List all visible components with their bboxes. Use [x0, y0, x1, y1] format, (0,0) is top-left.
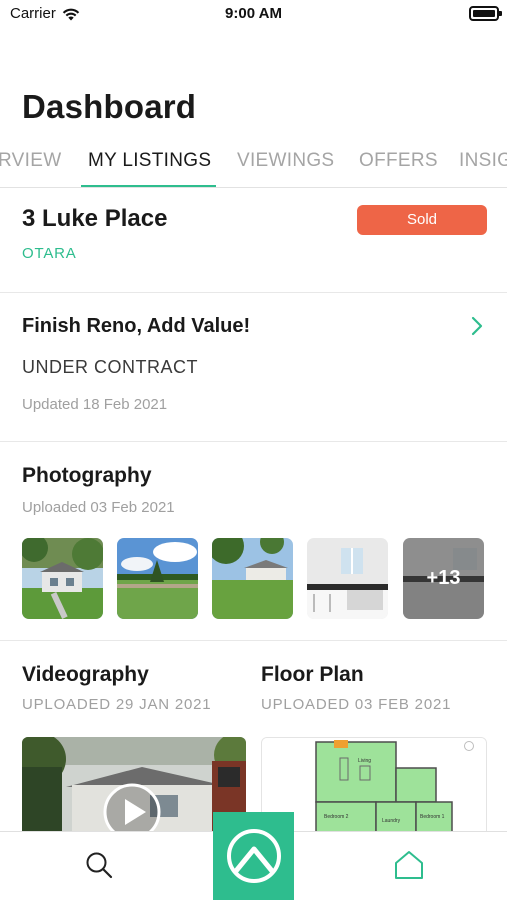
more-photos-count: +13 — [403, 538, 484, 619]
photo-thumbnail-more[interactable]: +13 — [403, 538, 484, 619]
videography-uploaded: UPLOADED 29 JAN 2021 — [22, 696, 212, 713]
media-section: Videography UPLOADED 29 JAN 2021 Floor P… — [0, 641, 507, 841]
tab-viewings[interactable]: VIEWINGS — [237, 150, 334, 172]
listing-status: UNDER CONTRACT — [22, 357, 198, 377]
photo-thumbnail[interactable] — [212, 538, 293, 619]
listing-updated: Updated 18 Feb 2021 — [22, 396, 168, 413]
status-bar: Carrier 9:00 AM — [0, 0, 507, 28]
property-address: 3 Luke Place — [22, 205, 168, 232]
listing-card[interactable]: Finish Reno, Add Value! UNDER CONTRACT U… — [0, 293, 507, 442]
property-suburb: OTARA — [22, 245, 77, 262]
chevron-right-icon[interactable] — [466, 315, 488, 337]
app-logo-button[interactable] — [213, 812, 294, 900]
page-title: Dashboard — [22, 88, 197, 125]
photo-thumbnail[interactable] — [22, 538, 103, 619]
photo-thumbnail[interactable] — [117, 538, 198, 619]
battery-icon — [469, 6, 502, 21]
floor-plan-uploaded: UPLOADED 03 FEB 2021 — [261, 696, 452, 713]
property-header: 3 Luke Place OTARA Sold — [0, 188, 507, 293]
status-badge: Sold — [357, 205, 487, 235]
floor-plan-room-label: Living — [358, 758, 371, 764]
tab-bar: RVIEW MY LISTINGS VIEWINGS OFFERS INSIG — [0, 140, 507, 188]
listing-title: Finish Reno, Add Value! — [22, 315, 251, 337]
floor-plan-room-label: Laundry — [382, 818, 401, 824]
videography-title: Videography — [22, 663, 149, 686]
floor-plan-room-label: Bedroom 2 — [324, 814, 349, 820]
floor-plan-title: Floor Plan — [261, 663, 364, 686]
play-icon[interactable] — [102, 782, 162, 837]
app-logo-icon — [226, 829, 281, 883]
tab-offers[interactable]: OFFERS — [359, 150, 438, 172]
floor-plan-room-label: Bedroom 1 — [420, 814, 445, 820]
tab-insights[interactable]: INSIG — [459, 150, 507, 172]
tab-my-listings[interactable]: MY LISTINGS — [88, 150, 211, 172]
home-icon[interactable] — [393, 849, 425, 881]
search-icon[interactable] — [84, 850, 114, 880]
status-time: 9:00 AM — [225, 5, 282, 22]
floor-plan-thumbnail[interactable]: Living Bedroom 2 Laundry Bedroom 1 — [261, 737, 487, 837]
photo-thumbnail[interactable] — [307, 538, 388, 619]
photography-uploaded: Uploaded 03 Feb 2021 — [22, 499, 175, 516]
photography-title: Photography — [22, 464, 152, 487]
tab-overview[interactable]: RVIEW — [0, 150, 61, 172]
photography-section: Photography Uploaded 03 Feb 2021 +13 — [0, 442, 507, 641]
